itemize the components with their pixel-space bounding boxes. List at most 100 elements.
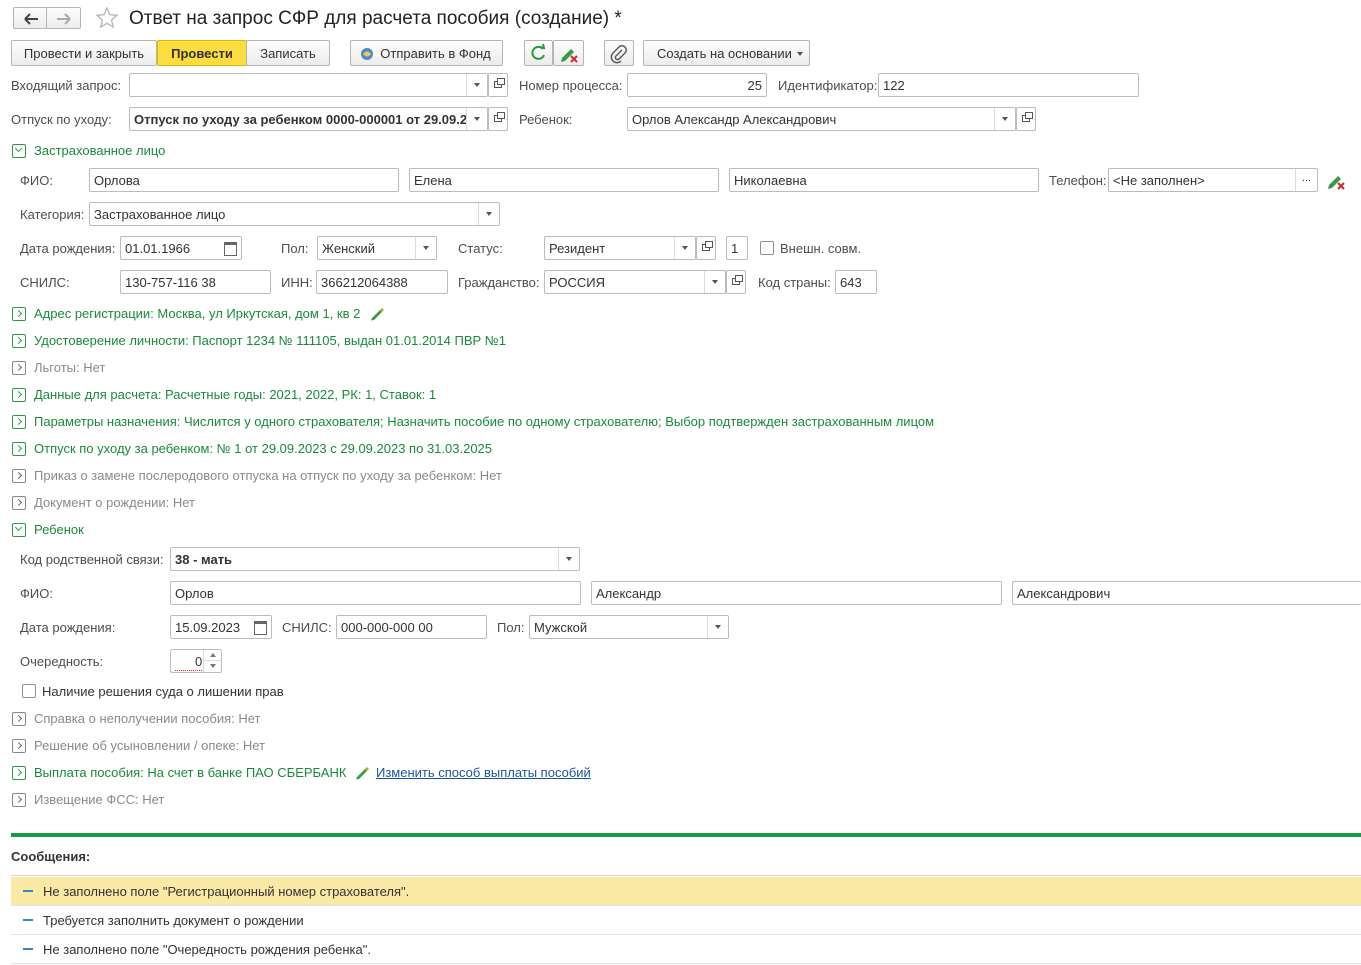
chevron-right-icon[interactable] <box>12 415 26 429</box>
child-first-name-field[interactable]: Александр <box>591 581 1002 605</box>
clear-edit-button[interactable] <box>553 40 584 66</box>
status-field[interactable]: Резидент <box>544 236 696 260</box>
calendar-icon[interactable] <box>249 616 271 638</box>
send-to-fund-button[interactable]: Отправить в Фонд <box>350 40 503 66</box>
group-benefits[interactable]: Льготы: Нет <box>34 360 105 375</box>
group-non-receipt-certificate[interactable]: Справка о неполучении пособия: Нет <box>34 711 261 726</box>
chevron-right-icon[interactable] <box>12 469 26 483</box>
spin-up-icon[interactable] <box>203 650 221 661</box>
child-birth-date-field[interactable]: 15.09.2023 <box>170 615 272 639</box>
chevron-right-icon[interactable] <box>12 388 26 402</box>
dropdown-icon[interactable] <box>994 108 1015 130</box>
insured-snils-field[interactable]: 130-757-116 38 <box>120 270 271 294</box>
child-section-title[interactable]: Ребенок <box>34 522 84 537</box>
insured-gender-field[interactable]: Женский <box>317 236 437 260</box>
chevron-right-icon[interactable] <box>12 307 26 321</box>
chevron-down-icon[interactable] <box>12 144 26 158</box>
chevron-right-icon[interactable] <box>12 793 26 807</box>
star-icon[interactable] <box>95 6 119 30</box>
chevron-down-icon[interactable] <box>12 523 26 537</box>
chevron-right-icon[interactable] <box>12 442 26 456</box>
chevron-right-icon[interactable] <box>12 712 26 726</box>
group-benefit-payment[interactable]: Выплата пособия: На счет в банке ПАО СБЕ… <box>34 765 346 780</box>
relation-code-label: Код родственной связи: <box>20 552 164 567</box>
insured-section-title[interactable]: Застрахованное лицо <box>34 143 165 158</box>
insured-first-name-field[interactable]: Елена <box>409 168 719 192</box>
phone-value: <Не заполнен> <box>1113 173 1205 188</box>
dropdown-icon[interactable] <box>707 616 728 638</box>
message-row[interactable]: Не заполнено поле "Очередность рождения … <box>11 935 1361 964</box>
dropdown-icon[interactable] <box>466 74 487 96</box>
child-last-name-field[interactable]: Орлов <box>170 581 581 605</box>
insured-birth-date-field[interactable]: 01.01.1966 <box>120 236 242 260</box>
order-field[interactable]: 0 <box>170 649 222 673</box>
status-code-field[interactable]: 1 <box>726 236 748 260</box>
spin-down-icon[interactable] <box>203 661 221 672</box>
chevron-right-icon[interactable] <box>12 766 26 780</box>
leave-field[interactable]: Отпуск по уходу за ребенком 0000-000001 … <box>129 107 488 131</box>
pencil-delete-icon <box>561 49 578 63</box>
insured-last-name-field[interactable]: Орлова <box>89 168 399 192</box>
chevron-right-icon[interactable] <box>12 739 26 753</box>
incoming-request-field[interactable] <box>129 73 488 97</box>
group-calculation-data[interactable]: Данные для расчета: Расчетные годы: 2021… <box>34 387 436 402</box>
group-adoption-decision[interactable]: Решение об усыновлении / опеке: Нет <box>34 738 265 753</box>
create-based-on-button[interactable]: Создать на основании <box>643 40 810 66</box>
dropdown-icon[interactable] <box>674 237 695 259</box>
process-number-field[interactable]: 25 <box>627 73 767 97</box>
insured-fio-label: ФИО: <box>20 173 53 188</box>
chevron-right-icon[interactable] <box>12 361 26 375</box>
save-button[interactable]: Записать <box>246 40 330 66</box>
external-checkbox[interactable] <box>760 241 774 255</box>
child-gender-field[interactable]: Мужской <box>529 615 729 639</box>
arrow-left-icon <box>24 13 38 25</box>
group-birth-document[interactable]: Документ о рождении: Нет <box>34 495 195 510</box>
process-number-label: Номер процесса: <box>519 78 623 93</box>
court-decision-checkbox[interactable] <box>22 684 36 698</box>
refresh-button[interactable] <box>524 40 553 66</box>
group-leave-replacement-order[interactable]: Приказ о замене послеродового отпуска на… <box>34 468 502 483</box>
open-incoming-request-button[interactable] <box>488 73 508 97</box>
identifier-field[interactable]: 122 <box>878 73 1139 97</box>
child-middle-name-field[interactable]: Александрович <box>1012 581 1361 605</box>
change-payment-method-link[interactable]: Изменить способ выплаты пособий <box>376 765 591 780</box>
group-childcare-leave[interactable]: Отпуск по уходу за ребенком: № 1 от 29.0… <box>34 441 492 456</box>
group-identity-doc[interactable]: Удостоверение личности: Паспорт 1234 № 1… <box>34 333 506 348</box>
category-field[interactable]: Застрахованное лицо <box>89 202 500 226</box>
dropdown-icon[interactable] <box>704 271 725 293</box>
dropdown-icon[interactable] <box>466 108 487 130</box>
chevron-right-icon[interactable] <box>12 334 26 348</box>
post-and-close-button[interactable]: Провести и закрыть <box>11 40 157 66</box>
group-assignment-params[interactable]: Параметры назначения: Числится у одного … <box>34 414 934 429</box>
child-field[interactable]: Орлов Александр Александрович <box>627 107 1016 131</box>
citizenship-field[interactable]: РОССИЯ <box>544 270 726 294</box>
open-child-button[interactable] <box>1016 107 1036 131</box>
message-row[interactable]: Требуется заполнить документ о рождении <box>11 906 1361 935</box>
open-citizenship-button[interactable] <box>726 270 746 294</box>
pencil-icon[interactable] <box>370 306 386 321</box>
phone-field[interactable]: <Не заполнен> ... <box>1108 168 1318 192</box>
forward-button[interactable] <box>47 7 81 29</box>
dropdown-icon[interactable] <box>558 548 579 570</box>
group-address[interactable]: Адрес регистрации: Москва, ул Иркутская,… <box>34 306 360 321</box>
inn-field[interactable]: 366212064388 <box>316 270 448 294</box>
attachment-button[interactable] <box>604 40 634 66</box>
post-button[interactable]: Провести <box>157 40 247 66</box>
insured-middle-name-field[interactable]: Николаевна <box>729 168 1039 192</box>
dropdown-icon[interactable] <box>415 237 436 259</box>
relation-code-field[interactable]: 38 - мать <box>170 547 580 571</box>
chevron-right-icon[interactable] <box>12 496 26 510</box>
country-code-field[interactable]: 643 <box>835 270 877 294</box>
child-snils-field[interactable]: 000-000-000 00 <box>336 615 487 639</box>
dropdown-icon[interactable] <box>478 203 499 225</box>
pencil-icon[interactable] <box>355 765 371 780</box>
back-button[interactable] <box>13 7 47 29</box>
pencil-delete-icon[interactable] <box>1326 172 1346 190</box>
phone-select-button[interactable]: ... <box>1295 169 1317 191</box>
calendar-icon[interactable] <box>219 237 241 259</box>
message-row[interactable]: Не заполнено поле "Регистрационный номер… <box>11 877 1361 906</box>
open-leave-button[interactable] <box>488 107 508 131</box>
open-status-button[interactable] <box>696 236 716 260</box>
child-label: Ребенок: <box>519 112 573 127</box>
group-fss-notice[interactable]: Извещение ФСС: Нет <box>34 792 164 807</box>
